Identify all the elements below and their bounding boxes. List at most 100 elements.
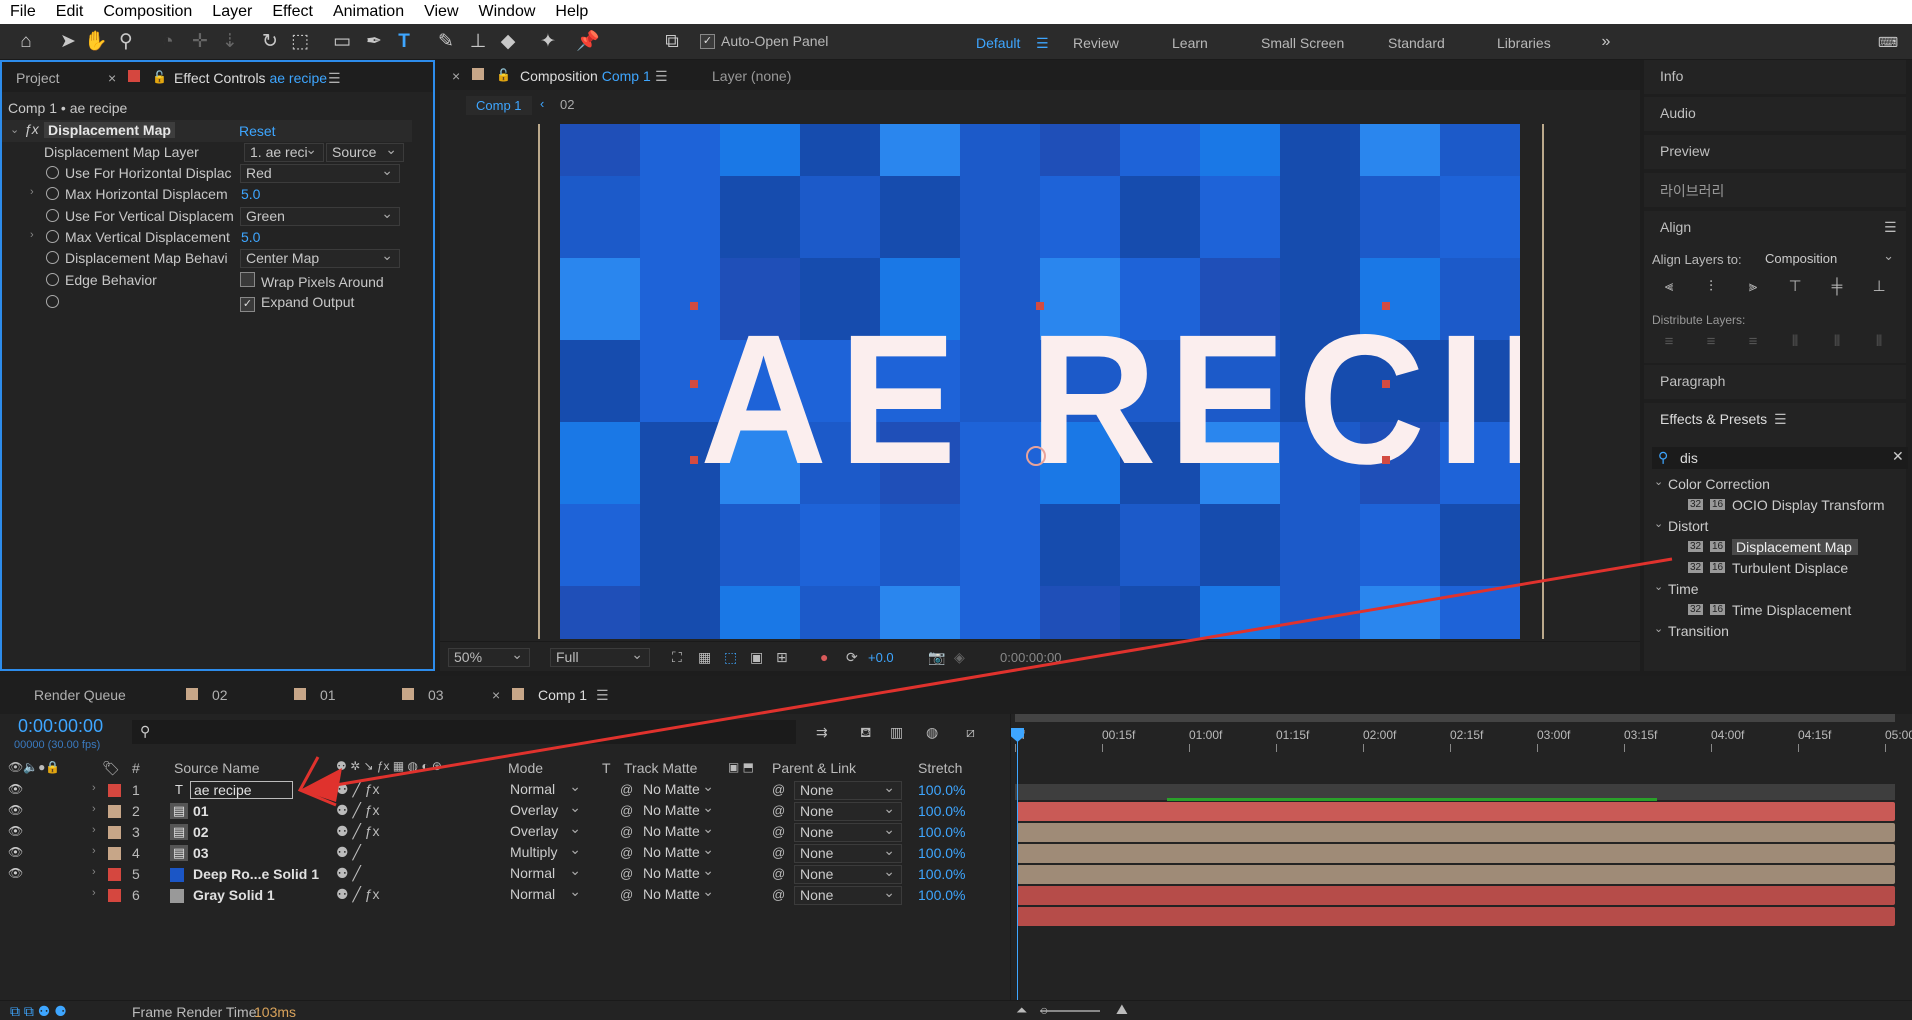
source-name-header[interactable]: Source Name bbox=[174, 760, 260, 776]
effect-property-row[interactable]: Use For Horizontal Displac Red bbox=[2, 163, 412, 184]
layer-duration-bar[interactable] bbox=[1017, 844, 1895, 863]
effect-property-row[interactable]: Displacement Map Behavi Center Map bbox=[2, 248, 412, 269]
effects-item[interactable]: 32 16 Time Displacement bbox=[1644, 601, 1906, 621]
layer-duration-bar[interactable] bbox=[1017, 865, 1895, 884]
layer-name[interactable]: Deep Ro...e Solid 1 bbox=[193, 866, 319, 882]
eraser-tool-icon[interactable]: ◆ bbox=[496, 30, 520, 54]
workspace-small-screen[interactable]: Small Screen bbox=[1261, 35, 1344, 51]
checkbox-checked-icon[interactable]: ✓ bbox=[240, 297, 255, 312]
nav-arrow-icon[interactable]: ‹ bbox=[540, 96, 544, 111]
av-features-icon[interactable]: 👁🔈●🔒 bbox=[8, 760, 60, 774]
layer-switches-icons[interactable]: ⚉ ╱ bbox=[336, 865, 361, 882]
layer-twirl-icon[interactable]: › bbox=[92, 803, 96, 815]
composition-viewer[interactable]: AE RECIPE bbox=[440, 124, 1640, 639]
comp-panel-menu-icon[interactable]: ☰ bbox=[655, 68, 668, 85]
track-matte-dropdown[interactable]: No Matte bbox=[638, 865, 720, 884]
bbox-handle[interactable] bbox=[1382, 380, 1390, 388]
panel-menu-icon[interactable]: ☰ bbox=[328, 70, 341, 87]
effects-item[interactable]: 32 16 Displacement Map bbox=[1644, 538, 1906, 558]
expand-output-row[interactable]: ✓ Expand Output bbox=[2, 292, 412, 313]
workspace-learn[interactable]: Learn bbox=[1172, 35, 1208, 51]
effect-label[interactable]: Turbulent Displace bbox=[1732, 560, 1848, 576]
pen-tool-icon[interactable]: ✒ bbox=[362, 30, 386, 54]
stretch-header[interactable]: Stretch bbox=[918, 760, 962, 776]
effects-group[interactable]: ⌄ Color Correction bbox=[1644, 475, 1906, 495]
label-color-swatch[interactable] bbox=[108, 826, 121, 839]
home-icon[interactable]: ⌂ bbox=[14, 30, 38, 54]
group-collapse-icon[interactable]: ⌄ bbox=[1654, 475, 1663, 488]
effects-group[interactable]: ⌄ Time bbox=[1644, 580, 1906, 600]
layer-twirl-icon[interactable]: › bbox=[92, 782, 96, 794]
parent-pickwhip-icon[interactable]: @ bbox=[772, 803, 785, 818]
stopwatch-icon[interactable] bbox=[46, 187, 59, 200]
bbox-handle[interactable] bbox=[690, 456, 698, 464]
close-comp-tab-icon[interactable]: × bbox=[452, 68, 460, 84]
align-right-icon[interactable]: ⫸ bbox=[1742, 276, 1764, 298]
timeline-tab-01[interactable]: 01 bbox=[320, 687, 336, 703]
displacement-source-dropdown[interactable]: Source bbox=[326, 143, 404, 162]
draft-3d-icon[interactable]: ⛾ bbox=[860, 724, 871, 743]
workspace-standard[interactable]: Standard bbox=[1388, 35, 1445, 51]
parent-pickwhip-icon[interactable]: @ bbox=[772, 887, 785, 902]
rectangle-tool-icon[interactable]: ▭ bbox=[330, 30, 354, 54]
menu-item-file[interactable]: File bbox=[0, 3, 46, 21]
parent-dropdown[interactable]: None bbox=[794, 844, 902, 863]
viewer-timecode[interactable]: 0:00:00:00 bbox=[1000, 650, 1061, 665]
effect-header-row[interactable]: ⌄ ƒx Displacement Map Reset bbox=[2, 120, 412, 142]
align-top-icon[interactable]: ⊤ bbox=[1784, 276, 1806, 298]
layer-switches-icons[interactable]: ⚉ ╱ ƒx bbox=[336, 781, 380, 798]
zoom-in-icon[interactable]: ⛰ bbox=[1116, 1001, 1128, 1018]
property-value[interactable]: 5.0 bbox=[241, 229, 260, 245]
effect-property-row[interactable]: Use For Vertical Displacem Green bbox=[2, 206, 412, 227]
info-title[interactable]: Info bbox=[1660, 68, 1683, 84]
label-color-swatch[interactable] bbox=[108, 889, 121, 902]
switches-header-icons[interactable]: ⚉ ✲ ↘ ƒx ▦ ◍ ◐ ⊛ bbox=[336, 759, 442, 773]
expand-twirl-icon[interactable]: › bbox=[30, 186, 34, 198]
type-tool-icon[interactable]: T bbox=[392, 30, 416, 54]
blend-mode-dropdown[interactable]: Overlay bbox=[505, 823, 587, 842]
distribute-top-icon[interactable]: ≡ bbox=[1658, 331, 1680, 353]
parent-dropdown[interactable]: None bbox=[794, 886, 902, 905]
pan-behind-tool-icon[interactable]: ⬚ bbox=[288, 30, 312, 54]
stopwatch-icon[interactable] bbox=[46, 251, 59, 264]
comp-nav-current[interactable]: Comp 1 bbox=[466, 96, 532, 115]
blend-mode-dropdown[interactable]: Normal bbox=[505, 781, 587, 800]
group-collapse-icon[interactable]: ⌄ bbox=[1654, 517, 1663, 530]
pickwhip-icon[interactable]: @ bbox=[620, 866, 633, 881]
parent-pickwhip-icon[interactable]: @ bbox=[772, 845, 785, 860]
wrap-pixels-checkbox[interactable]: Wrap Pixels Around bbox=[240, 272, 384, 290]
parent-link-header[interactable]: Parent & Link bbox=[772, 760, 856, 776]
show-snapshot-icon[interactable]: ◈ bbox=[954, 649, 965, 666]
workspace-default[interactable]: Default bbox=[976, 35, 1020, 51]
group-label[interactable]: Time bbox=[1668, 581, 1699, 597]
visibility-eye-icon[interactable]: 👁 bbox=[8, 845, 23, 859]
timeline-tab-02[interactable]: 02 bbox=[212, 687, 228, 703]
layer-row[interactable]: 👁 › 1 Tae recipe ⚉ ╱ ƒx Normal @ No Matte @ None 1… bbox=[0, 780, 1005, 801]
layer-twirl-icon[interactable]: › bbox=[92, 887, 96, 899]
timeline-menu-icon[interactable]: ☰ bbox=[596, 687, 609, 704]
menu-item-edit[interactable]: Edit bbox=[46, 3, 94, 21]
timeline-search-input[interactable]: ⚲ bbox=[132, 720, 796, 744]
track-matte-dropdown[interactable]: No Matte bbox=[638, 802, 720, 821]
parent-dropdown[interactable]: None bbox=[794, 823, 902, 842]
parent-pickwhip-icon[interactable]: @ bbox=[772, 824, 785, 839]
shy-layers-icon[interactable]: ▥ bbox=[890, 724, 903, 741]
comp-title-text[interactable]: AE RECIPE bbox=[700, 294, 1520, 506]
close-comp1-tab-icon[interactable]: × bbox=[492, 687, 500, 703]
reset-button[interactable]: Reset bbox=[239, 123, 276, 139]
zoom-dropdown[interactable]: 50% bbox=[448, 648, 530, 667]
parent-pickwhip-icon[interactable]: @ bbox=[772, 782, 785, 797]
color-management-icon[interactable]: ⟳ bbox=[846, 649, 858, 666]
expand-twirl-icon[interactable]: › bbox=[30, 229, 34, 241]
stopwatch-icon[interactable] bbox=[46, 209, 59, 222]
timeline-tab-render-queue[interactable]: Render Queue bbox=[34, 687, 126, 703]
library-panel[interactable]: 라이브러리 bbox=[1644, 173, 1906, 207]
fast-preview-icon[interactable]: ⛶ bbox=[672, 649, 682, 666]
menu-item-effect[interactable]: Effect bbox=[262, 3, 323, 21]
visibility-eye-icon[interactable]: 👁 bbox=[8, 782, 23, 796]
layer-row[interactable]: 👁 › 5 Deep Ro...e Solid 1 ⚉ ╱ Normal @ No Matte… bbox=[0, 864, 1005, 885]
group-label[interactable]: Transition bbox=[1668, 623, 1729, 639]
layer-switches-icons[interactable]: ⚉ ╱ ƒx bbox=[336, 802, 380, 819]
workspace-libraries[interactable]: Libraries bbox=[1497, 35, 1551, 51]
bbox-handle[interactable] bbox=[1382, 302, 1390, 310]
